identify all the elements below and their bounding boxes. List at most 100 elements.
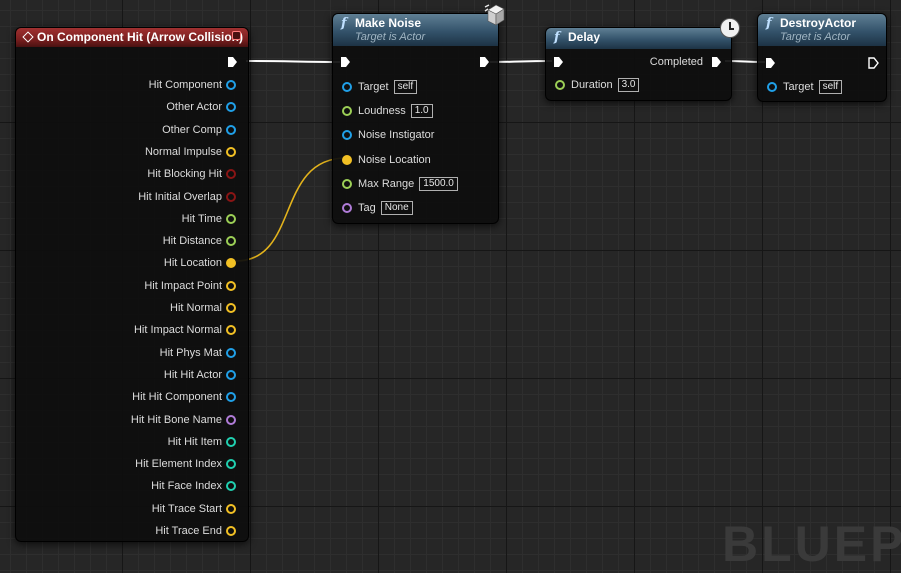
delay-completed-exec-out-pin[interactable] — [711, 56, 722, 68]
destroy-actor-pin-target-in[interactable] — [767, 82, 777, 92]
make-noise-pin-loudness-in[interactable] — [342, 106, 352, 117]
event-pin-hit-face-index-out[interactable] — [226, 481, 236, 492]
make-noise-pin-label: Noise Instigator — [358, 129, 435, 142]
event-pin-hit-normal-out[interactable] — [226, 303, 236, 313]
destroy-actor-target-value-field[interactable]: self — [818, 80, 843, 95]
make-noise-pin-row-target: Target self — [358, 80, 418, 95]
event-pin-row-hit-initial-overlap: Hit Initial Overlap — [138, 190, 222, 204]
delay-pin-row-duration: Duration 3.0 — [571, 78, 640, 93]
event-node-on-component-hit[interactable]: On Component Hit (Arrow Collision) Hit C… — [15, 27, 249, 542]
event-pin-label: Other Comp — [162, 123, 222, 136]
event-pin-label: Normal Impulse — [144, 145, 222, 158]
make-noise-pin-label: Tag — [358, 202, 376, 214]
make-noise-pin-label: Loudness — [358, 105, 406, 118]
make-noise-max-range-value-field[interactable]: 1500.0 — [419, 176, 458, 191]
event-pin-label: Hit Hit Item — [167, 435, 222, 448]
event-pin-row-hit-trace-start: Hit Trace Start — [152, 502, 222, 516]
event-pin-row-hit-hit-actor: Hit Hit Actor — [164, 368, 222, 382]
destroy-actor-exec-out-pin[interactable] — [868, 57, 879, 69]
make-noise-pin-row-noise-instigator: Noise Instigator — [358, 128, 434, 142]
event-pin-row-hit-element-index: Hit Element Index — [135, 457, 222, 471]
destroy-actor-header[interactable]: f DestroyActor Target is Actor — [758, 14, 886, 46]
event-pin-row-hit-hit-bone-name: Hit Hit Bone Name — [131, 413, 222, 427]
event-pin-label: Hit Location — [163, 257, 222, 270]
make-noise-pin-row-max-range: Max Range 1500.0 — [358, 176, 458, 191]
event-pin-hit-element-index-out[interactable] — [226, 459, 236, 470]
blueprint-watermark: BLUEPR — [722, 516, 901, 572]
event-pin-label: Hit Component — [148, 79, 222, 91]
event-node-header[interactable]: On Component Hit (Arrow Collision) — [16, 28, 248, 47]
make-noise-pin-noise-instigator-in[interactable] — [342, 130, 352, 141]
delay-duration-value-field[interactable]: 3.0 — [617, 78, 640, 93]
event-pin-label: Hit Trace Start — [151, 502, 222, 515]
destroy-actor-pin-label: Target — [783, 81, 814, 93]
event-pin-hit-component-out[interactable] — [226, 80, 236, 90]
event-pin-hit-hit-actor-out[interactable] — [226, 369, 236, 380]
make-noise-exec-in-pin[interactable] — [340, 56, 351, 68]
event-pin-label: Hit Initial Overlap — [138, 190, 222, 203]
delay-title: Delay — [568, 30, 601, 44]
exec-wire-event-to-makenoise — [245, 60, 341, 63]
destroy-actor-exec-in-pin[interactable] — [765, 57, 776, 69]
event-pin-label: Hit Element Index — [135, 458, 222, 471]
function-icon: f — [341, 16, 347, 31]
destroy-actor-node[interactable]: f DestroyActor Target is Actor Target sel… — [757, 13, 887, 102]
delay-node[interactable]: f Delay Completed Duration 3.0 — [545, 18, 740, 101]
event-pin-hit-distance-out[interactable] — [226, 236, 236, 247]
make-noise-pin-max-range-in[interactable] — [342, 178, 352, 189]
vector-wire-hitlocation-to-noiselocation — [235, 157, 347, 262]
event-pin-hit-location-out[interactable] — [226, 258, 236, 269]
make-noise-header[interactable]: f Make Noise Target is Actor — [333, 14, 498, 46]
event-pin-label: Hit Normal — [170, 302, 222, 314]
make-noise-pin-row-noise-location: Noise Location — [358, 153, 431, 167]
event-exec-out-pin[interactable] — [227, 56, 238, 68]
event-pin-row-hit-time: Hit Time — [182, 212, 222, 226]
make-noise-pin-noise-location-in[interactable] — [342, 154, 352, 165]
event-pin-label: Hit Time — [181, 212, 222, 225]
event-pin-hit-trace-start-out[interactable] — [226, 503, 236, 514]
event-node-title: On Component Hit (Arrow Collision) — [37, 30, 243, 44]
event-pin-row-hit-blocking-hit: Hit Blocking Hit — [147, 167, 222, 181]
make-noise-title: Make Noise — [355, 16, 422, 30]
delay-completed-row: Completed — [650, 55, 703, 69]
make-noise-loudness-value-field[interactable]: 1.0 — [410, 104, 433, 119]
event-pin-hit-impact-point-out[interactable] — [226, 280, 236, 291]
event-pin-row-hit-normal: Hit Normal — [170, 301, 222, 315]
function-icon: f — [766, 16, 772, 31]
event-pin-label: Other Actor — [166, 101, 222, 114]
event-pin-hit-blocking-hit-out[interactable] — [226, 169, 236, 180]
event-pin-row-hit-hit-component: Hit Hit Component — [132, 390, 222, 404]
event-pin-label: Hit Blocking Hit — [147, 168, 222, 181]
event-pin-hit-initial-overlap-out[interactable] — [226, 191, 236, 202]
event-pin-row-other-actor: Other Actor — [166, 100, 222, 114]
delay-pin-duration-in[interactable] — [555, 80, 565, 90]
event-pin-row-other-comp: Other Comp — [162, 123, 222, 137]
make-noise-pin-tag-in[interactable] — [342, 203, 352, 213]
event-pin-hit-phys-mat-out[interactable] — [226, 347, 236, 358]
make-noise-exec-out-pin[interactable] — [479, 56, 490, 68]
event-pin-other-comp-out[interactable] — [226, 124, 236, 135]
event-pin-label: Hit Distance — [162, 235, 222, 248]
event-pin-hit-hit-component-out[interactable] — [226, 392, 236, 403]
make-noise-tag-value-field[interactable]: None — [380, 201, 413, 216]
event-pin-hit-trace-end-out[interactable] — [226, 526, 236, 536]
delay-exec-in-pin[interactable] — [553, 56, 564, 68]
make-noise-target-value-field[interactable]: self — [393, 80, 418, 95]
make-noise-pin-target-in[interactable] — [342, 82, 352, 92]
event-pin-label: Hit Face Index — [151, 480, 222, 493]
event-pin-normal-impulse-out[interactable] — [226, 146, 236, 157]
make-noise-pin-label: Noise Location — [358, 153, 431, 166]
event-pin-hit-hit-item-out[interactable] — [226, 436, 236, 447]
event-pin-other-actor-out[interactable] — [226, 102, 236, 113]
make-noise-node[interactable]: f Make Noise Target is Actor Target self L… — [332, 4, 505, 224]
delay-header[interactable]: f Delay — [546, 28, 731, 49]
event-pin-label: Hit Hit Actor — [163, 368, 222, 381]
delegate-pin-icon[interactable] — [232, 31, 241, 40]
delay-pin-label: Duration — [571, 79, 613, 91]
destroy-actor-subtitle: Target is Actor — [780, 31, 851, 43]
event-pin-hit-hit-bone-name-out[interactable] — [226, 414, 236, 425]
event-pin-row-hit-component: Hit Component — [149, 78, 222, 92]
event-pin-row-hit-trace-end: Hit Trace End — [155, 524, 222, 538]
event-pin-hit-time-out[interactable] — [226, 213, 236, 224]
event-pin-hit-impact-normal-out[interactable] — [226, 325, 236, 336]
